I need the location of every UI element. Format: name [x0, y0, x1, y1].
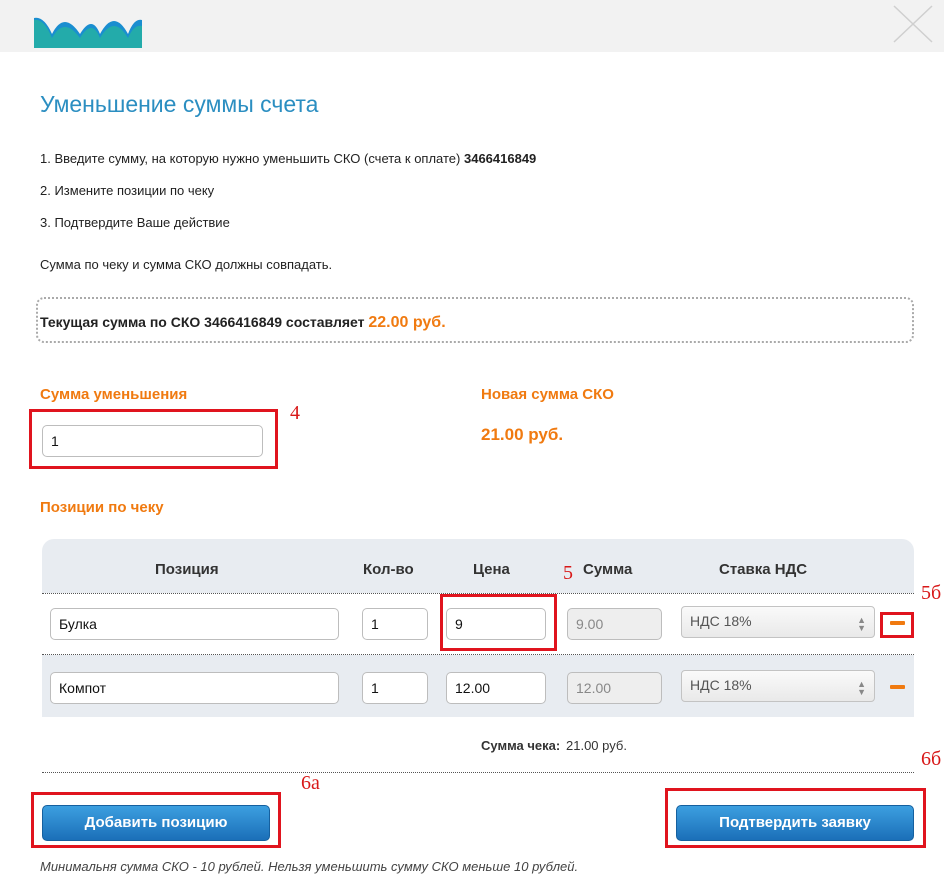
item-name-input[interactable] [50, 672, 339, 704]
new-sum-label: Новая сумма СКО [481, 386, 614, 403]
annotation-box-5b [880, 612, 914, 638]
new-sum-value: 21.00 руб. [481, 425, 564, 444]
logo-icon [34, 17, 142, 48]
close-icon[interactable] [890, 4, 936, 44]
vat-select[interactable]: НДС 18% ▲ ▼ [681, 606, 875, 638]
select-arrows-icon: ▲ ▼ [857, 615, 866, 633]
invoice-number: 3466416849 [463, 151, 537, 166]
step-3: 3. Подтвердите Ваше действие [40, 215, 230, 230]
header-vat: Ставка НДС [719, 561, 808, 578]
receipt-total-label: Сумма чека: [481, 738, 561, 753]
annotation-box-4 [29, 409, 278, 469]
match-note: Сумма по чеку и сумма СКО должны совпада… [40, 257, 333, 272]
annotation-box-6b [665, 788, 926, 848]
header-qty: Кол-во [363, 561, 414, 578]
positions-label: Позиции по чеку [40, 499, 164, 516]
item-name-input[interactable] [50, 608, 339, 640]
annotation-5b: 5б [921, 582, 942, 604]
reduction-label: Сумма уменьшения [40, 386, 188, 403]
header-sum: Сумма [583, 561, 633, 578]
select-arrows-icon: ▲ ▼ [857, 679, 866, 697]
vat-select[interactable]: НДС 18% ▲ ▼ [681, 670, 875, 702]
step-1: 1. Введите сумму, на которую нужно умень… [40, 151, 537, 166]
header-position: Позиция [155, 561, 219, 578]
header-price: Цена [473, 561, 510, 578]
step-2: 2. Измените позиции по чеку [40, 183, 215, 198]
current-sum-text: Текущая сумма по СКО 3466416849 составля… [40, 314, 446, 331]
current-sum-amount: 22.00 руб. [368, 314, 446, 331]
annotation-5: 5 [563, 562, 573, 584]
top-bar [0, 0, 944, 52]
page-title: Уменьшение суммы счета [40, 91, 319, 117]
annotation-box-5 [440, 594, 557, 651]
footnote: Минимальня сумма СКО - 10 рублей. Нельзя… [40, 859, 579, 874]
item-qty-input[interactable] [362, 672, 428, 704]
item-qty-input[interactable] [362, 608, 428, 640]
item-sum-field [567, 672, 662, 704]
annotation-6b: 6б [921, 748, 942, 770]
item-price-input[interactable] [446, 672, 546, 704]
divider [42, 772, 914, 773]
annotation-6a: 6а [301, 772, 320, 794]
annotation-box-6a [31, 792, 281, 848]
remove-row-icon[interactable] [890, 685, 905, 689]
annotation-4: 4 [290, 402, 300, 424]
receipt-total-value: 21.00 руб. [566, 738, 627, 753]
item-sum-field [567, 608, 662, 640]
